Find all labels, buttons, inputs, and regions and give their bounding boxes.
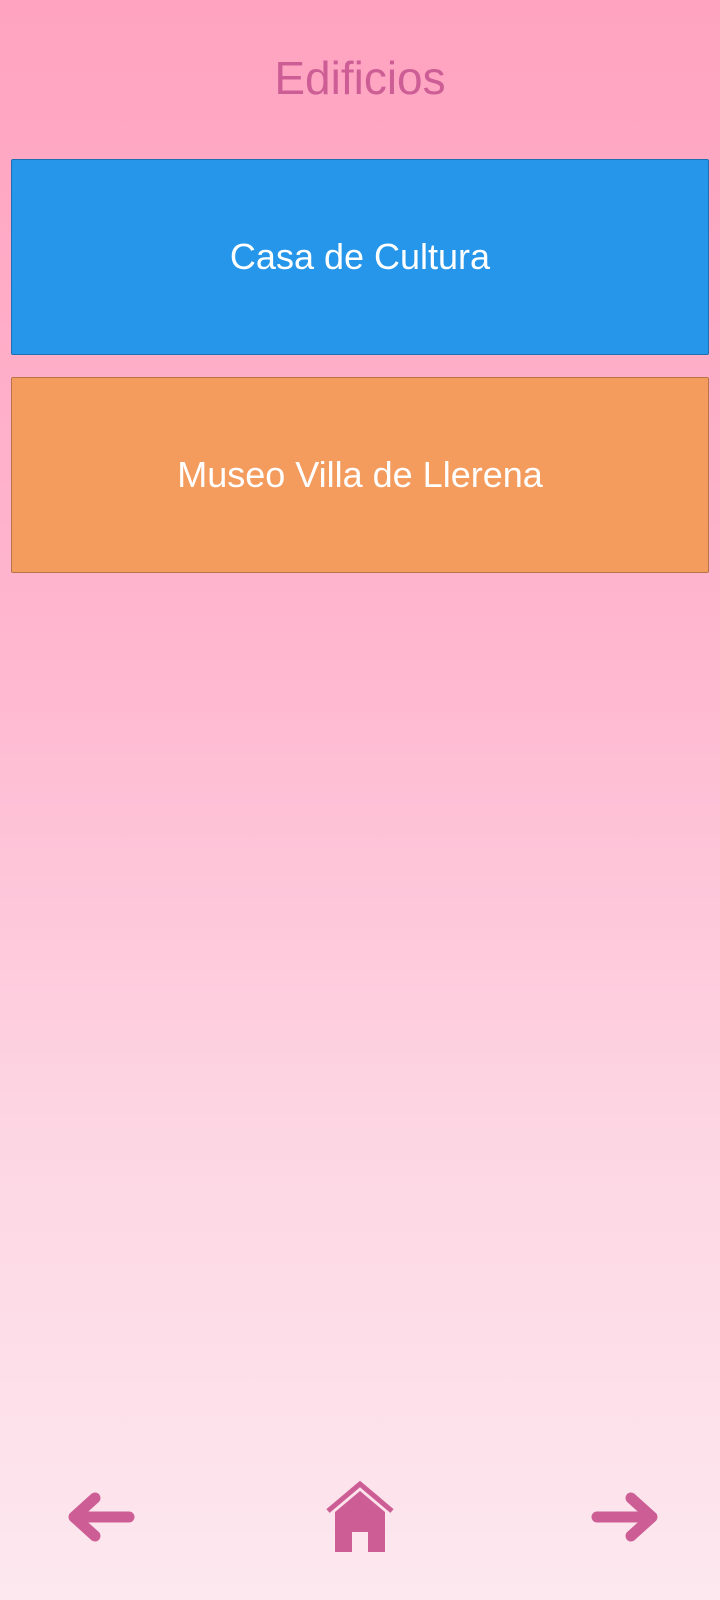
building-button-museo-villa-de-llerena[interactable]: Museo Villa de Llerena <box>11 377 709 573</box>
arrow-left-icon <box>68 1492 135 1542</box>
home-button[interactable] <box>324 1478 396 1556</box>
building-label: Casa de Cultura <box>229 236 491 277</box>
back-button[interactable] <box>62 1478 138 1556</box>
home-icon <box>326 1480 394 1552</box>
building-label: Museo Villa de Llerena <box>177 454 543 495</box>
page-title: Edificios <box>274 52 446 104</box>
next-button[interactable] <box>588 1478 664 1556</box>
arrow-right-icon <box>591 1492 658 1542</box>
building-button-casa-de-cultura[interactable]: Casa de Cultura <box>11 159 709 355</box>
